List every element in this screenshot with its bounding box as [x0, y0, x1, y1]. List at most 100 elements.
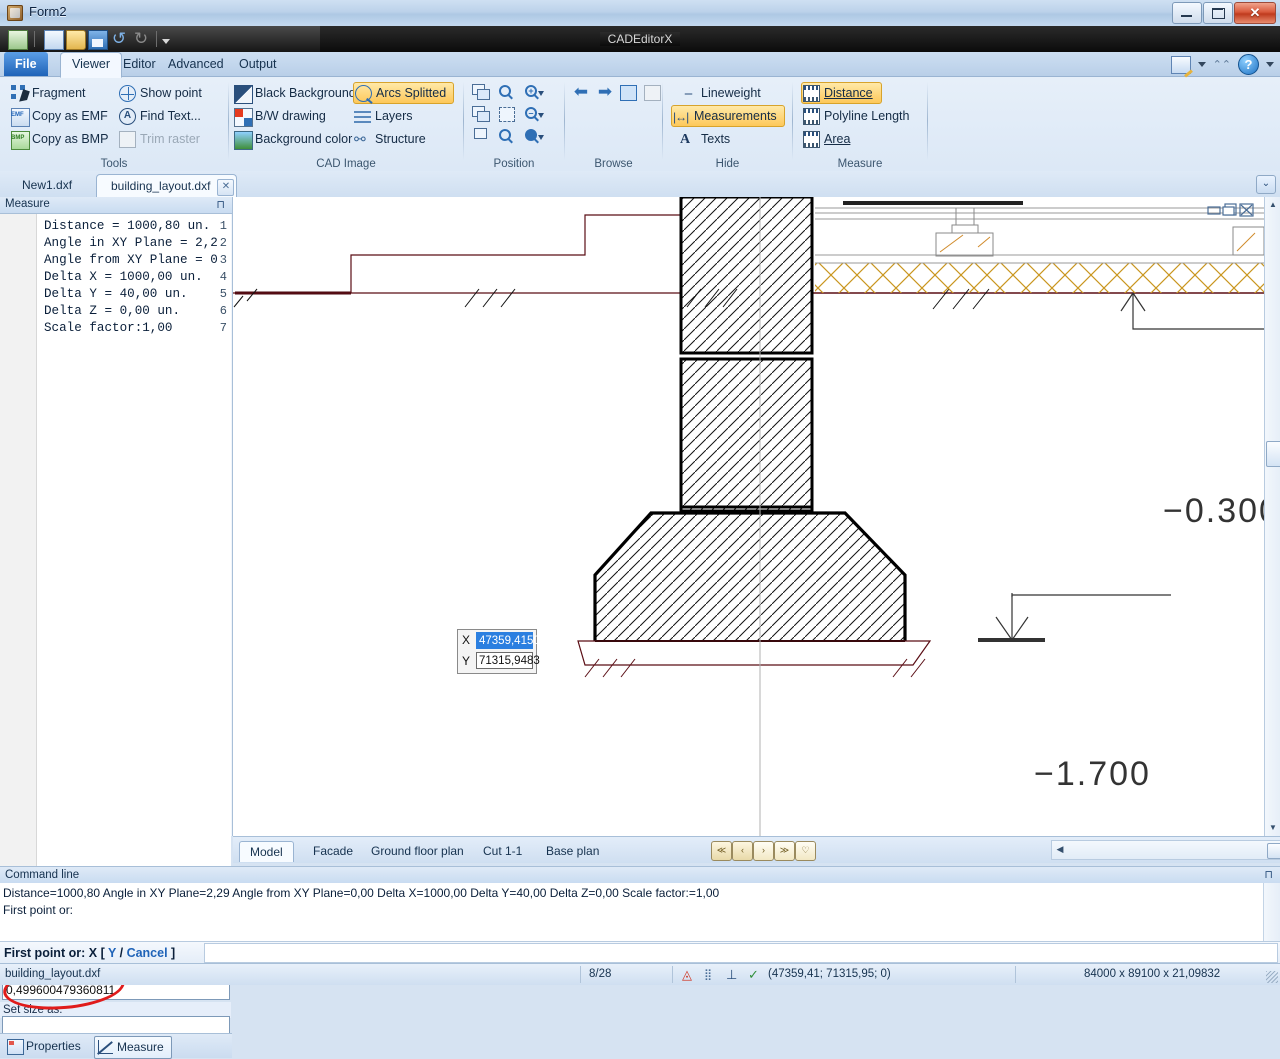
resize-grip[interactable] [1266, 971, 1278, 983]
scroll-left-icon[interactable]: ◀ [1053, 843, 1067, 856]
coordinate-entry-box[interactable]: X 47359,4150 Y 71315,9483 [457, 629, 540, 674]
ribbon-item-black-background[interactable]: Black Background [233, 82, 356, 104]
back-icon[interactable]: ⬅ [571, 83, 591, 102]
canvas-hscrollbar[interactable]: ◀ ▶ [1051, 840, 1280, 860]
command-line-vscrollbar[interactable] [1263, 883, 1280, 941]
status-coordinates: (47359,41; 71315,95; 0) [768, 968, 891, 980]
ribbon-item-trim-raster: Trim raster [118, 128, 200, 150]
prev-layout-button[interactable]: ‹ [732, 841, 753, 861]
ribbon-item-label: Measurements [694, 109, 777, 123]
ribbon-right-controls: ⌃⌃ ? [1170, 54, 1274, 75]
ribbon-item-find-text[interactable]: A Find Text... [118, 105, 201, 127]
next-layout-button[interactable]: › [753, 841, 774, 861]
layout-tab-ground-floor-plan[interactable]: Ground floor plan [361, 841, 474, 861]
y-input[interactable]: 71315,9483 [476, 652, 540, 669]
fit-width-icon[interactable] [472, 106, 492, 125]
first-layout-button[interactable]: ≪ [711, 841, 732, 861]
ribbon-item-background-color[interactable]: Background color [233, 128, 352, 150]
command-input[interactable] [204, 943, 1278, 963]
ribbon-item-fragment[interactable]: Fragment [10, 82, 86, 104]
ribbon-item-lineweight[interactable]: ⎯ Lineweight [679, 82, 761, 104]
open-file-icon[interactable] [66, 30, 86, 50]
ribbon-item-distance[interactable]: Distance [801, 82, 882, 104]
line-number: 2 [219, 236, 227, 250]
redo-icon[interactable]: ↻ [132, 30, 150, 48]
status-bar: building_layout.dxf 8/28 ◬ ⣿ ⊥ ✓ (47359,… [0, 963, 1280, 985]
pin-icon[interactable]: ⊓ [1264, 867, 1273, 883]
document-tab-menu-button[interactable]: ⌄ [1256, 175, 1276, 194]
chevron-down-icon[interactable] [1197, 62, 1206, 67]
ribbon-item-arcs-splitted[interactable]: Arcs Splitted [353, 82, 455, 104]
undo-icon[interactable]: ↺ [110, 30, 128, 48]
ribbon-item-show-point[interactable]: Show point [118, 82, 202, 104]
help-icon[interactable]: ? [1238, 54, 1259, 75]
layout-tab-cut-1-1[interactable]: Cut 1-1 [473, 841, 532, 861]
maximize-button[interactable] [1203, 2, 1233, 24]
zoom-out-icon[interactable]: – [524, 106, 544, 125]
ribbon-item-structure[interactable]: ⚯ Structure [353, 128, 426, 150]
zoom-window-icon[interactable] [498, 84, 518, 103]
zoom-in-icon[interactable]: + [524, 84, 544, 103]
scroll-up-icon[interactable]: ▲ [1266, 198, 1280, 212]
line-number: 6 [219, 304, 227, 318]
new-document-icon[interactable] [44, 30, 64, 50]
divider [672, 966, 673, 983]
ribbon-item-bw-drawing[interactable]: B/W drawing [233, 105, 326, 127]
forward-icon[interactable]: ➡ [595, 83, 615, 102]
ribbon-item-polyline-length[interactable]: Polyline Length [802, 105, 909, 127]
osnap-icon[interactable]: ◬ [682, 968, 696, 982]
pin-icon[interactable]: ⊓ [216, 198, 225, 211]
command-prompt-label: First point or: X [ Y / Cancel ] [4, 946, 176, 960]
lineweight-status-icon[interactable]: ✓ [748, 968, 762, 982]
ribbon-group-label: Tools [100, 158, 128, 170]
scroll-down-icon[interactable]: ▼ [1266, 821, 1280, 835]
hscroll-thumb[interactable] [1267, 843, 1280, 859]
command-line-history[interactable]: Distance=1000,80 Angle in XY Plane=2,29 … [0, 883, 1280, 941]
zoom-preset-icon[interactable] [524, 128, 544, 147]
ribbon-item-texts[interactable]: A Texts [679, 128, 730, 150]
arcs-splitted-icon [355, 85, 372, 102]
ribbon-tab-advanced[interactable]: Advanced [157, 52, 235, 76]
canvas-vscrollbar[interactable]: ▲ ▼ [1264, 197, 1280, 836]
rotate-35-icon[interactable] [472, 128, 492, 147]
zoom-previous-icon[interactable] [498, 128, 518, 147]
document-tab-bar: New1.dxf building_layout.dxf ✕ ⌄ [0, 171, 1280, 198]
refresh-icon[interactable] [619, 84, 639, 103]
quick-edit-icon[interactable] [1170, 55, 1191, 74]
ribbon-item-measurements[interactable]: |↔| Measurements [671, 105, 785, 127]
ribbon-item-label: Arcs Splitted [376, 86, 447, 100]
document-tab-building-layout[interactable]: building_layout.dxf ✕ [96, 174, 238, 198]
vscroll-thumb[interactable] [1266, 441, 1280, 467]
layout-list-button[interactable]: ♡ [795, 841, 816, 861]
minimize-button[interactable] [1172, 2, 1202, 24]
app-menu-icon[interactable] [8, 30, 28, 50]
ribbon-item-copy-as-emf[interactable]: Copy as EMF [10, 104, 108, 127]
ribbon-item-area[interactable]: Area [802, 128, 850, 150]
zoom-extents-icon[interactable] [498, 106, 518, 125]
save-icon[interactable] [88, 30, 108, 50]
grid-snap-icon[interactable]: ⣿ [704, 968, 718, 982]
layout-tab-model[interactable]: Model [239, 841, 294, 862]
chevron-down-icon[interactable] [1266, 62, 1274, 67]
ribbon-item-layers[interactable]: Layers [353, 105, 413, 127]
close-icon[interactable]: ✕ [217, 179, 235, 196]
layout-tab-facade[interactable]: Facade [303, 841, 363, 861]
line-number: 1 [219, 219, 227, 233]
pan-icon[interactable] [472, 84, 492, 103]
chevron-down-icon[interactable] [162, 30, 180, 48]
close-button[interactable]: ✕ [1234, 2, 1276, 24]
last-layout-button[interactable]: ≫ [774, 841, 795, 861]
ortho-icon[interactable]: ⊥ [726, 968, 740, 982]
panel-tab-measure[interactable]: Measure [94, 1036, 172, 1059]
ribbon-tab-output[interactable]: Output [228, 52, 288, 76]
layout-tab-base-plan[interactable]: Base plan [536, 841, 609, 861]
ribbon-item-copy-as-bmp[interactable]: Copy as BMP [10, 127, 108, 150]
ribbon-tab-file[interactable]: File [4, 52, 48, 76]
ribbon-group-browse: ⬅ ➡ Browse [565, 78, 662, 170]
x-input[interactable]: 47359,4150 [476, 632, 540, 649]
panel-tab-properties[interactable]: Properties [4, 1036, 88, 1057]
collapse-ribbon-icon[interactable]: ⌃⌃ [1213, 58, 1231, 71]
document-tab-new1[interactable]: New1.dxf [8, 174, 86, 197]
measure-results-list[interactable]: 1 2 3 4 5 6 7 Distance = 1000,80 un. Ang… [0, 214, 231, 944]
cad-drawing-canvas[interactable]: −0.300 −1.700 [233, 197, 1264, 836]
